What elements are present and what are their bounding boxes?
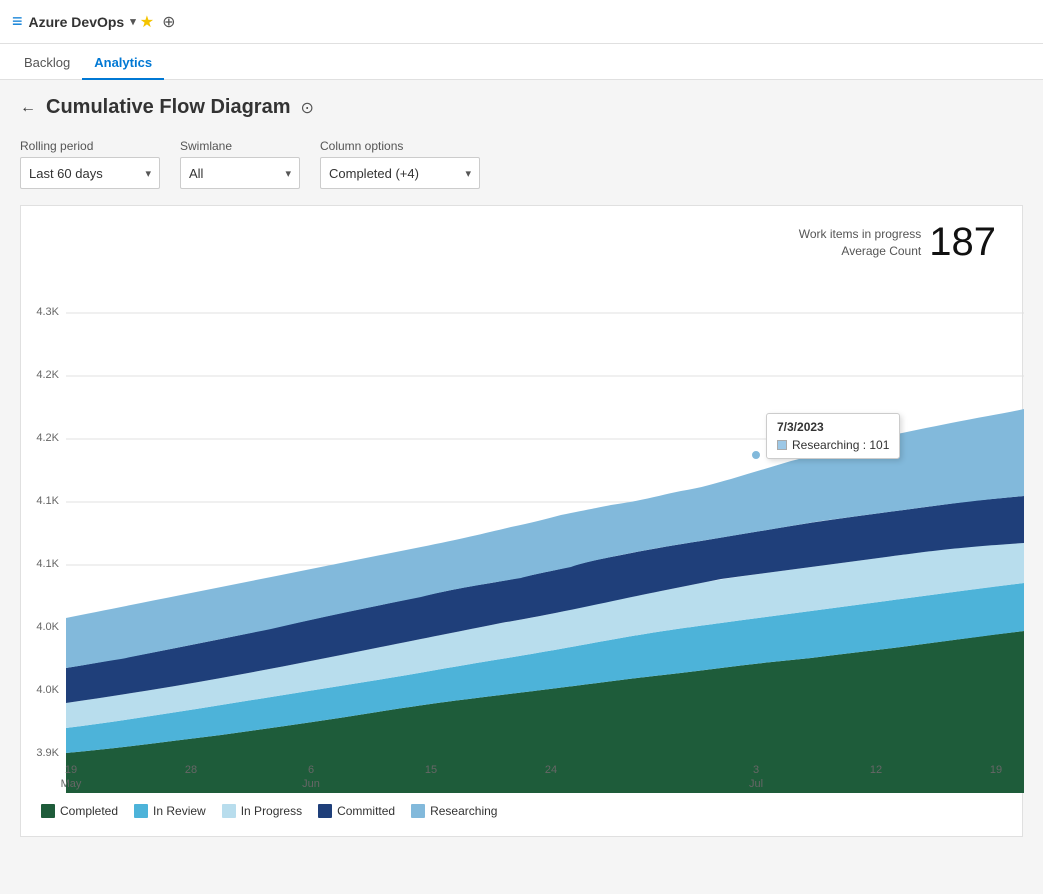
column-options-filter: Column options Completed (+4) ▾ (320, 139, 480, 189)
nav-tabs: Backlog Analytics (0, 44, 1043, 80)
legend-item-completed: Completed (41, 804, 118, 818)
svg-text:19: 19 (990, 764, 1002, 776)
logo-icon: ≡ (12, 11, 23, 32)
legend-color-committed (318, 804, 332, 818)
rolling-period-select[interactable]: Last 60 days ▾ (20, 157, 160, 189)
person-icon[interactable]: ⊕ (162, 12, 175, 32)
svg-text:4.0K: 4.0K (36, 621, 59, 633)
tooltip-dot (751, 450, 761, 460)
svg-text:19: 19 (65, 764, 77, 776)
svg-text:4.1K: 4.1K (36, 495, 59, 507)
legend-color-completed (41, 804, 55, 818)
legend-item-committed: Committed (318, 804, 395, 818)
legend-label-committed: Committed (337, 804, 395, 818)
app-header: ≡ Azure DevOps ▾ ★ ⊕ (0, 0, 1043, 44)
svg-text:May: May (61, 778, 82, 790)
chevron-down-icon: ▾ (465, 167, 471, 180)
stat-label: Work items in progress Average Count (799, 226, 921, 260)
chevron-down-icon: ▾ (145, 167, 151, 180)
star-icon[interactable]: ★ (140, 12, 154, 32)
legend-item-in-progress: In Progress (222, 804, 302, 818)
svg-text:4.2K: 4.2K (36, 432, 59, 444)
chart-svg-wrapper: 4.3K 4.2K 4.2K 4.1K 4.1K 4.0K 4.0K 3.9K (21, 273, 1012, 796)
column-options-select[interactable]: Completed (+4) ▾ (320, 157, 480, 189)
legend-item-in-review: In Review (134, 804, 206, 818)
legend-label-in-review: In Review (153, 804, 206, 818)
chevron-down-icon[interactable]: ▾ (130, 15, 136, 28)
svg-text:4.0K: 4.0K (36, 684, 59, 696)
back-button[interactable]: ← (20, 99, 36, 117)
cumulative-flow-chart: 4.3K 4.2K 4.2K 4.1K 4.1K 4.0K 4.0K 3.9K (21, 273, 1024, 793)
legend-item-researching: Researching (411, 804, 497, 818)
chart-legend: Completed In Review In Progress Committe… (21, 796, 1012, 826)
rolling-period-filter: Rolling period Last 60 days ▾ (20, 139, 160, 189)
chevron-down-icon: ▾ (285, 167, 291, 180)
filters-row: Rolling period Last 60 days ▾ Swimlane A… (20, 139, 1023, 189)
legend-color-researching (411, 804, 425, 818)
swimlane-filter: Swimlane All ▾ (180, 139, 300, 189)
stat-area: Work items in progress Average Count 187 (21, 216, 1012, 273)
svg-text:Jul: Jul (749, 778, 763, 790)
svg-text:12: 12 (870, 764, 882, 776)
legend-label-completed: Completed (60, 804, 118, 818)
svg-text:15: 15 (425, 764, 437, 776)
column-options-label: Column options (320, 139, 480, 153)
rolling-period-label: Rolling period (20, 139, 160, 153)
header-icons: ★ ⊕ (140, 12, 176, 32)
legend-color-in-progress (222, 804, 236, 818)
legend-label-in-progress: In Progress (241, 804, 302, 818)
help-icon[interactable]: ⊙ (301, 98, 314, 118)
svg-text:Jun: Jun (302, 778, 320, 790)
legend-label-researching: Researching (430, 804, 497, 818)
page-header: ← Cumulative Flow Diagram ⊙ (20, 96, 1023, 119)
swimlane-value: All (189, 166, 203, 181)
column-options-value: Completed (+4) (329, 166, 419, 181)
tab-analytics[interactable]: Analytics (82, 47, 164, 80)
legend-color-in-review (134, 804, 148, 818)
app-title: Azure DevOps (29, 14, 125, 30)
rolling-period-value: Last 60 days (29, 166, 103, 181)
chart-container: Work items in progress Average Count 187… (20, 205, 1023, 837)
svg-text:3.9K: 3.9K (36, 747, 59, 759)
page-content: ← Cumulative Flow Diagram ⊙ Rolling peri… (0, 80, 1043, 894)
stat-number: 187 (929, 220, 996, 265)
svg-text:4.1K: 4.1K (36, 558, 59, 570)
svg-text:24: 24 (545, 764, 557, 776)
svg-text:6: 6 (308, 764, 314, 776)
swimlane-label: Swimlane (180, 139, 300, 153)
svg-text:4.3K: 4.3K (36, 306, 59, 318)
tab-backlog[interactable]: Backlog (12, 47, 82, 80)
svg-text:3: 3 (753, 764, 759, 776)
svg-text:28: 28 (185, 764, 197, 776)
app-logo: ≡ Azure DevOps ▾ (12, 11, 136, 32)
swimlane-select[interactable]: All ▾ (180, 157, 300, 189)
page-title: Cumulative Flow Diagram (46, 96, 291, 119)
svg-text:4.2K: 4.2K (36, 369, 59, 381)
